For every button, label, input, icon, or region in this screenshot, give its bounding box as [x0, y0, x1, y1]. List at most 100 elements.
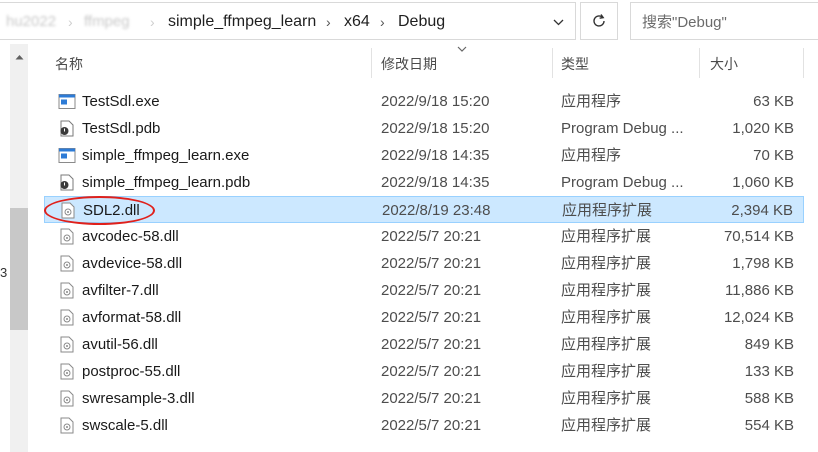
chevron-right-icon[interactable]: ›	[326, 3, 331, 41]
search-input[interactable]	[640, 4, 818, 40]
file-type: Program Debug ...	[561, 120, 684, 137]
column-header-type[interactable]: 类型	[561, 44, 589, 80]
dll-icon	[58, 309, 76, 326]
file-date: 2022/9/18 14:35	[381, 147, 490, 164]
file-type: 应用程序	[561, 147, 622, 164]
file-type: 应用程序扩展	[561, 309, 652, 326]
chevron-right-icon[interactable]: ›	[68, 3, 73, 41]
file-size: 588 KB	[744, 390, 794, 407]
chevron-down-icon	[553, 19, 563, 26]
address-history-dropdown[interactable]	[542, 3, 574, 41]
annotation-ellipse	[44, 196, 155, 225]
breadcrumb-faded-2[interactable]: ffmpeg	[84, 3, 130, 41]
file-type: 应用程序扩展	[561, 336, 652, 353]
address-row: hu2022 › ffmpeg › simple_ffmpeg_learn › …	[0, 0, 818, 44]
file-row[interactable]: simple_ffmpeg_learn.exe 2022/9/18 14:35 …	[44, 142, 804, 169]
file-size: 554 KB	[744, 417, 794, 434]
column-divider[interactable]	[552, 48, 553, 78]
file-row[interactable]: avdevice-58.dll 2022/5/7 20:21 应用程序扩展 1,…	[44, 250, 804, 277]
file-date: 2022/8/19 23:48	[382, 202, 491, 219]
file-size: 63 KB	[753, 93, 794, 110]
file-size: 2,394 KB	[731, 202, 793, 219]
file-row[interactable]: avutil-56.dll 2022/5/7 20:21 应用程序扩展 849 …	[44, 331, 804, 358]
column-header-name[interactable]: 名称	[55, 44, 83, 80]
file-date: 2022/5/7 20:21	[381, 255, 482, 272]
file-row[interactable]: avcodec-58.dll 2022/5/7 20:21 应用程序扩展 70,…	[44, 223, 804, 250]
chevron-right-icon[interactable]: ›	[150, 3, 155, 41]
chevron-right-icon[interactable]: ›	[380, 3, 385, 41]
file-name: avdevice-58.dll	[82, 255, 183, 272]
file-date: 2022/5/7 20:21	[381, 390, 482, 407]
file-date: 2022/5/7 20:21	[381, 363, 482, 380]
column-header-date[interactable]: 修改日期	[381, 44, 437, 80]
nav-scrollbar-thumb[interactable]	[10, 208, 28, 330]
file-name: TestSdl.exe	[82, 93, 160, 110]
breadcrumb-debug[interactable]: Debug	[398, 3, 445, 41]
column-header-row: 名称 修改日期 类型 大小	[44, 44, 818, 80]
file-size: 12,024 KB	[723, 309, 794, 326]
file-row[interactable]: TestSdl.exe 2022/9/18 15:20 应用程序 63 KB	[44, 88, 804, 115]
refresh-button[interactable]	[580, 2, 618, 40]
dll-icon	[58, 390, 76, 407]
search-box[interactable]	[630, 2, 818, 40]
file-row[interactable]: avfilter-7.dll 2022/5/7 20:21 应用程序扩展 11,…	[44, 277, 804, 304]
dll-icon	[58, 228, 76, 245]
file-name: swscale-5.dll	[82, 417, 168, 434]
file-type: 应用程序扩展	[561, 282, 652, 299]
file-name: simple_ffmpeg_learn.pdb	[82, 174, 251, 191]
pdb-icon	[58, 120, 76, 137]
dll-icon	[58, 363, 76, 380]
file-row[interactable]: swscale-5.dll 2022/5/7 20:21 应用程序扩展 554 …	[44, 412, 804, 439]
file-size: 1,020 KB	[732, 120, 794, 137]
dll-icon	[58, 336, 76, 353]
file-type: 应用程序	[561, 93, 622, 110]
breadcrumb-simple-ffmpeg-learn[interactable]: simple_ffmpeg_learn	[168, 3, 316, 41]
file-date: 2022/9/18 15:20	[381, 120, 490, 137]
file-date: 2022/5/7 20:21	[381, 228, 482, 245]
exe-icon	[58, 93, 76, 110]
file-name: avutil-56.dll	[82, 336, 158, 353]
file-type: 应用程序扩展	[561, 228, 652, 245]
file-date: 2022/9/18 15:20	[381, 93, 490, 110]
file-type: 应用程序扩展	[561, 417, 652, 434]
file-size: 1,060 KB	[732, 174, 794, 191]
refresh-icon	[593, 14, 605, 27]
file-name: avcodec-58.dll	[82, 228, 179, 245]
file-size: 1,798 KB	[732, 255, 794, 272]
column-divider[interactable]	[803, 48, 804, 78]
file-size: 70,514 KB	[723, 228, 794, 245]
file-size: 70 KB	[753, 147, 794, 164]
file-row[interactable]: swresample-3.dll 2022/5/7 20:21 应用程序扩展 5…	[44, 385, 804, 412]
file-size: 11,886 KB	[725, 282, 794, 299]
file-row[interactable]: TestSdl.pdb 2022/9/18 15:20 Program Debu…	[44, 115, 804, 142]
file-type: 应用程序扩展	[561, 363, 652, 380]
file-type: 应用程序扩展	[561, 255, 652, 272]
dll-icon	[58, 282, 76, 299]
file-row[interactable]: simple_ffmpeg_learn.pdb 2022/9/18 14:35 …	[44, 169, 804, 196]
file-name: postproc-55.dll	[82, 363, 181, 380]
file-row[interactable]: avformat-58.dll 2022/5/7 20:21 应用程序扩展 12…	[44, 304, 804, 331]
file-size: 849 KB	[744, 336, 794, 353]
column-header-size[interactable]: 大小	[710, 44, 738, 80]
file-type: 应用程序扩展	[561, 390, 652, 407]
file-name: swresample-3.dll	[82, 390, 195, 407]
file-date: 2022/5/7 20:21	[381, 309, 482, 326]
exe-icon	[58, 147, 76, 164]
file-type: 应用程序扩展	[562, 202, 653, 219]
scroll-up-arrow-icon[interactable]	[10, 50, 28, 64]
column-divider[interactable]	[699, 48, 700, 78]
dll-icon	[58, 417, 76, 434]
file-type: Program Debug ...	[561, 174, 684, 191]
file-name: avformat-58.dll	[82, 309, 182, 326]
file-name: simple_ffmpeg_learn.exe	[82, 147, 250, 164]
breadcrumb-x64[interactable]: x64	[344, 3, 370, 41]
file-size: 133 KB	[744, 363, 794, 380]
breadcrumb-faded-1[interactable]: hu2022	[6, 3, 56, 41]
file-date: 2022/5/7 20:21	[381, 417, 482, 434]
file-row[interactable]: postproc-55.dll 2022/5/7 20:21 应用程序扩展 13…	[44, 358, 804, 385]
address-bar[interactable]: hu2022 › ffmpeg › simple_ffmpeg_learn › …	[0, 2, 576, 40]
file-row-selected[interactable]: SDL2.dll 2022/8/19 23:48 应用程序扩展 2,394 KB	[44, 196, 804, 223]
pdb-icon	[58, 174, 76, 191]
file-name: avfilter-7.dll	[82, 282, 159, 299]
column-divider[interactable]	[371, 48, 372, 78]
